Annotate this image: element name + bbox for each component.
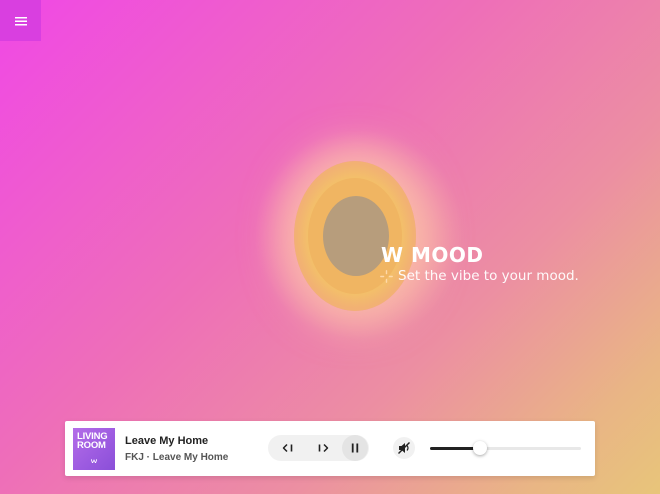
album-art[interactable]: LIVING ROOM — [73, 428, 115, 470]
pause-icon — [351, 443, 359, 453]
pause-button[interactable] — [342, 435, 368, 461]
player-bar: LIVING ROOM Leave My Home FKJ · Leave My… — [65, 421, 595, 476]
skip-previous-icon — [282, 443, 293, 453]
sparkle-icon — [380, 269, 393, 283]
next-button[interactable] — [310, 435, 336, 461]
tagline-row: Set the vibe to your mood. — [380, 268, 579, 284]
album-art-title: LIVING ROOM — [77, 431, 108, 451]
previous-button[interactable] — [275, 435, 301, 461]
hamburger-menu-icon — [14, 16, 27, 25]
volume-slider-thumb[interactable] — [472, 441, 487, 455]
brand-title: W MOOD — [381, 243, 484, 267]
menu-button[interactable] — [0, 0, 41, 41]
tagline-text: Set the vibe to your mood. — [398, 268, 579, 284]
skip-next-icon — [318, 443, 329, 453]
volume-button[interactable] — [393, 437, 415, 459]
mood-orb-core — [323, 196, 389, 276]
track-subtitle: FKJ · Leave My Home — [125, 452, 229, 463]
w-logo-icon — [91, 459, 97, 463]
volume-muted-icon — [398, 442, 410, 454]
track-title: Leave My Home — [125, 435, 209, 447]
volume-slider[interactable] — [430, 441, 581, 455]
